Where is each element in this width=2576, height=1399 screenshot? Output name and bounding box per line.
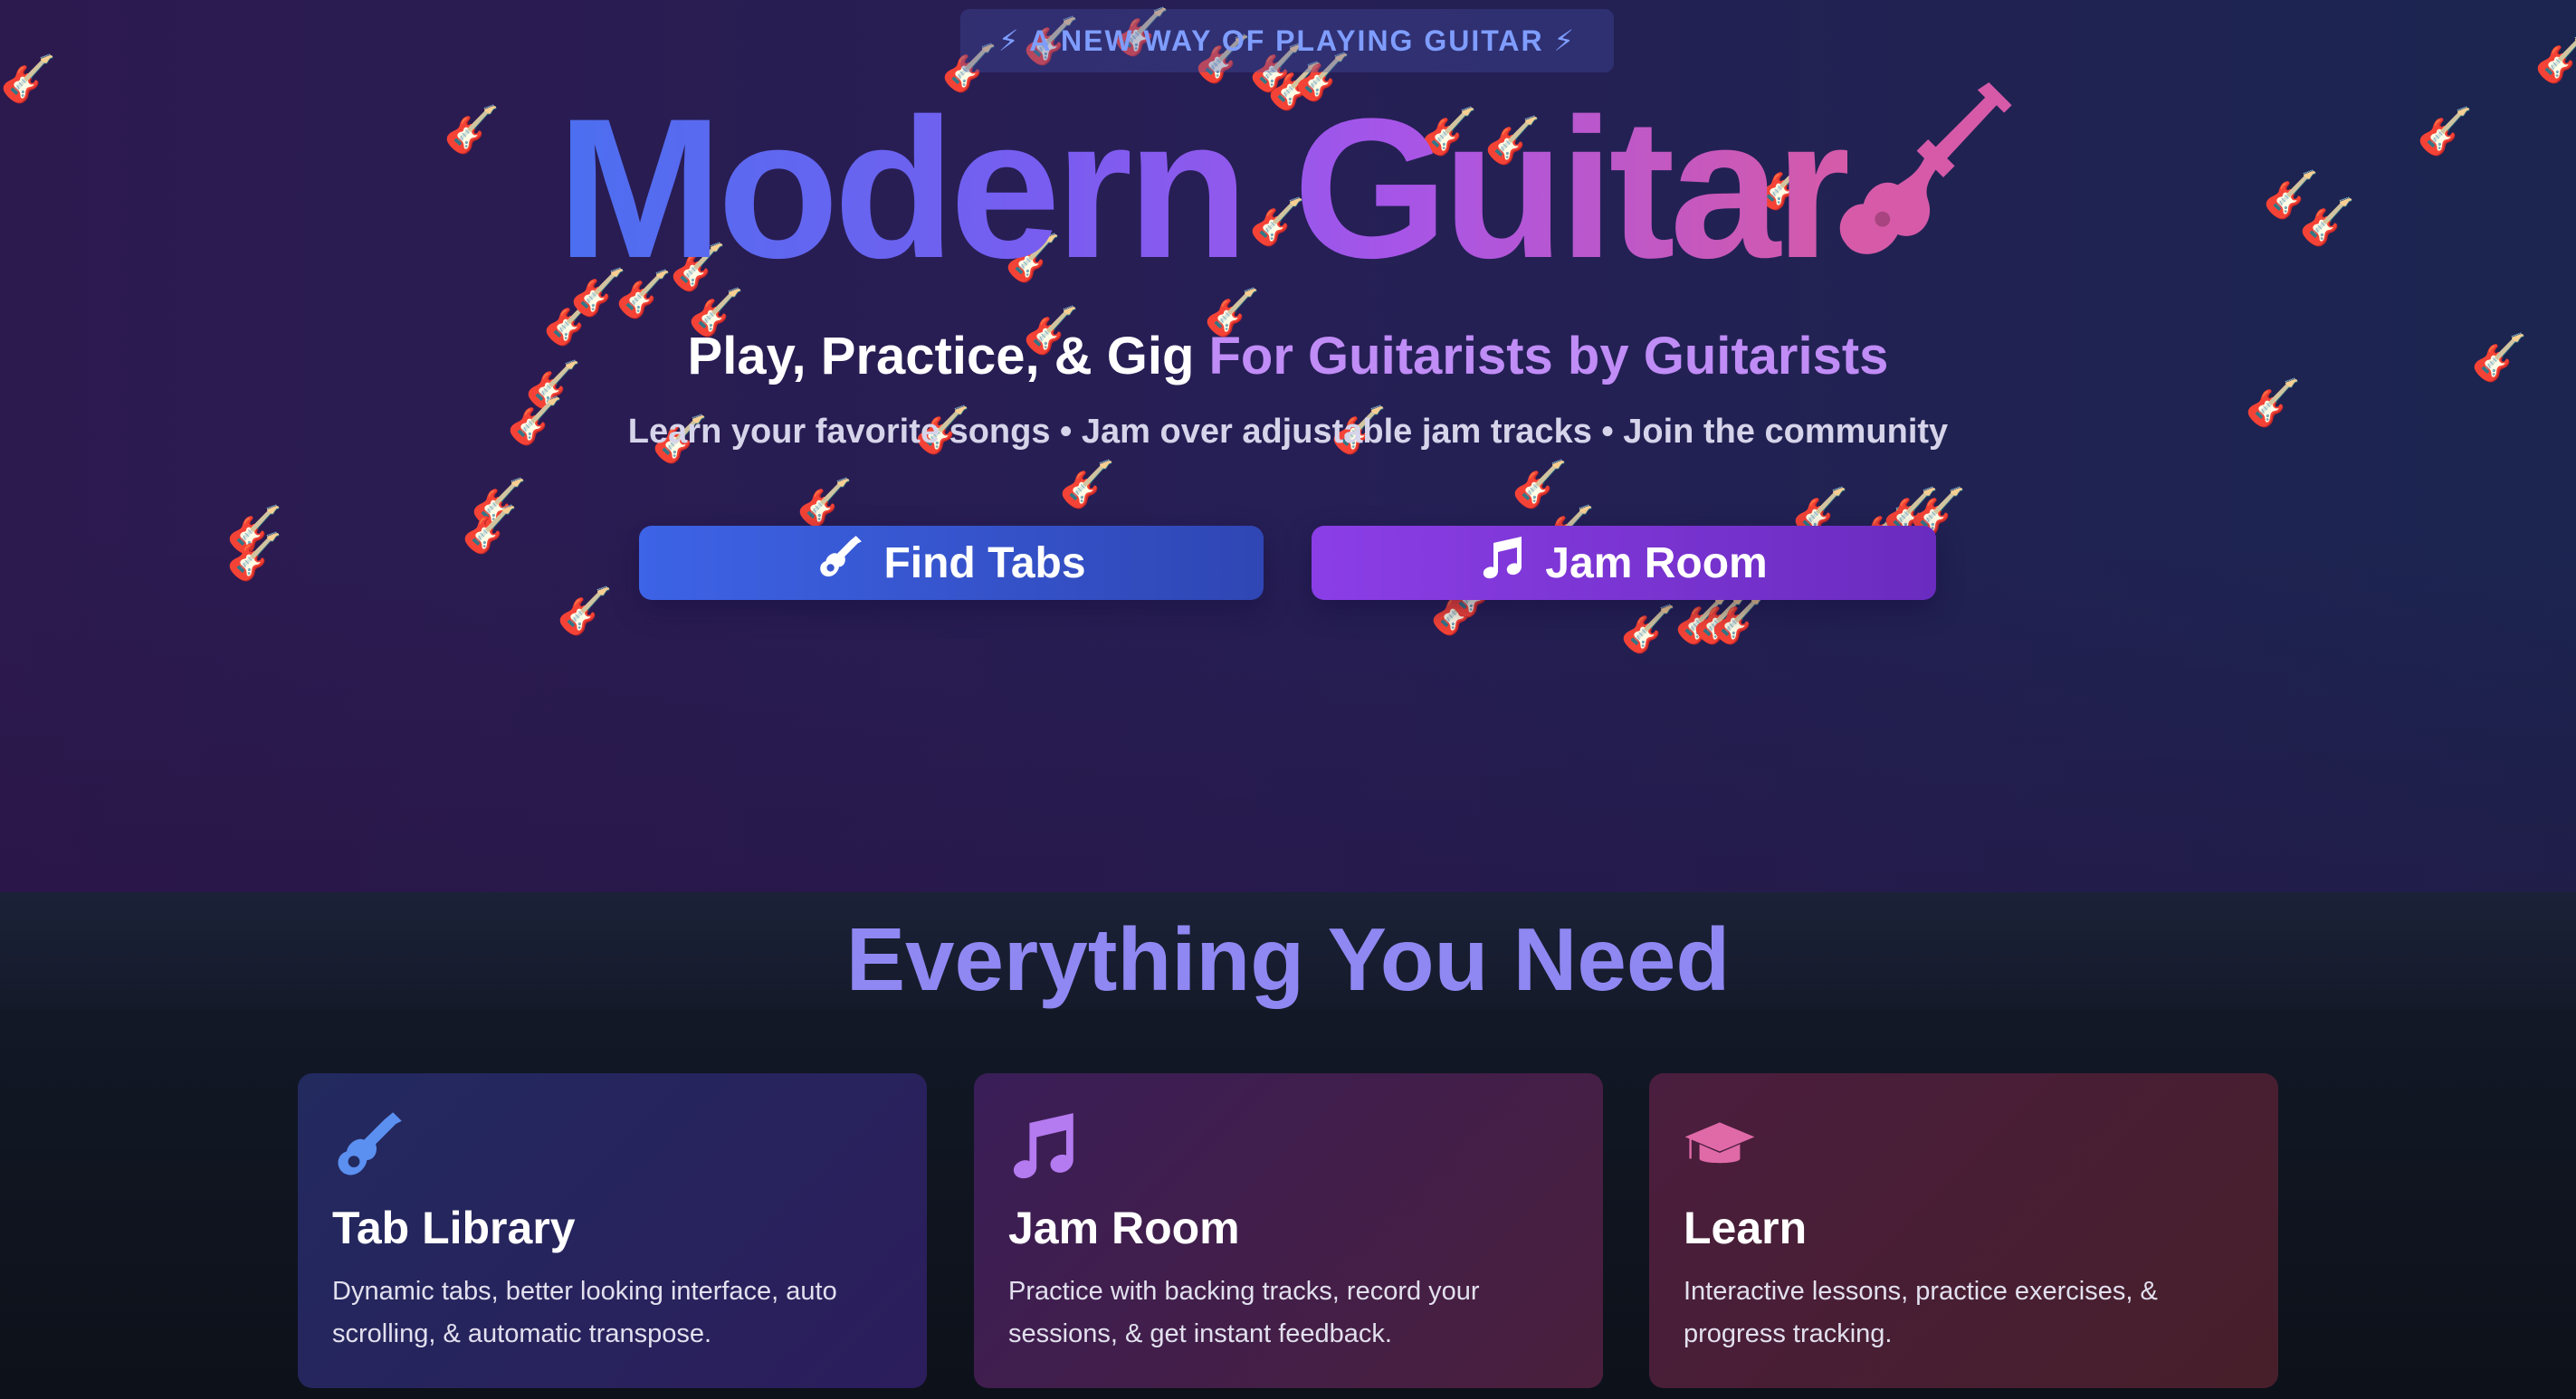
guitar-icon bbox=[332, 1109, 405, 1186]
guitar-emoji-decoration: 🎸 bbox=[226, 531, 283, 582]
guitar-icon bbox=[816, 534, 883, 592]
card-description: Dynamic tabs, better looking interface, … bbox=[332, 1277, 837, 1348]
card-title: Tab Library bbox=[332, 1203, 576, 1253]
guitar-emoji-decoration: 🎸 bbox=[1512, 459, 1569, 509]
hero-title: Modern Guitar bbox=[557, 77, 1852, 300]
guitar-emoji-decoration: 🎸 bbox=[1711, 595, 1768, 645]
guitar-emoji-decoration: 🎸 bbox=[557, 585, 614, 636]
hero-title-row: Modern Guitar bbox=[0, 77, 2576, 300]
hero-subtitle: Play, Practice, & Gig For Guitarists by … bbox=[0, 326, 2576, 386]
feature-card-learn[interactable]: Learn Interactive lessons, practice exer… bbox=[1649, 1073, 2278, 1388]
guitar-emoji-decoration: 🎸 bbox=[1059, 459, 1116, 509]
card-title: Learn bbox=[1684, 1203, 1808, 1253]
hero-tagline: Learn your favorite songs • Jam over adj… bbox=[627, 413, 1949, 451]
find-tabs-button[interactable]: Find Tabs bbox=[639, 526, 1264, 600]
hero-section: 🎸 🎸 🎸 🎸 🎸 🎸 🎸 🎸 🎸 🎸 🎸 🎸 🎸 🎸 🎸 🎸 🎸 🎸 🎸 🎸 🎸 🎸 🎸 🎸 🎸 🎸 🎸 🎸 🎸 🎸 🎸 🎸 🎸 🎸 🎸 🎸 🎸 🎸 🎸 🎸… bbox=[0, 0, 2576, 892]
card-title: Jam Room bbox=[1008, 1203, 1240, 1253]
guitar-emoji-decoration: 🎸 bbox=[1620, 604, 1677, 654]
subtitle-accent: For Guitarists by Guitarists bbox=[1208, 327, 1889, 385]
subtitle-main: Play, Practice, & Gig bbox=[687, 327, 1195, 385]
guitar-emoji-decoration: 🎸 bbox=[462, 504, 519, 555]
card-description: Practice with backing tracks, record you… bbox=[1008, 1277, 1480, 1348]
music-note-icon bbox=[1008, 1109, 1079, 1186]
jam-room-button[interactable]: Jam Room bbox=[1312, 526, 1936, 600]
find-tabs-label: Find Tabs bbox=[883, 538, 1086, 587]
guitar-emoji-decoration: 🎸 bbox=[2534, 33, 2576, 84]
card-description: Interactive lessons, practice exercises,… bbox=[1684, 1277, 2158, 1348]
hero-badge: ⚡ A NEW WAY OF PLAYING GUITAR ⚡ bbox=[960, 9, 1614, 72]
jam-room-label: Jam Room bbox=[1545, 538, 1768, 587]
guitar-emoji-decoration: 🎸 bbox=[797, 477, 854, 528]
graduation-cap-icon bbox=[1684, 1109, 1756, 1186]
feature-card-tab-library[interactable]: Tab Library Dynamic tabs, better looking… bbox=[298, 1073, 927, 1388]
music-note-icon bbox=[1480, 534, 1545, 592]
feature-card-jam-room[interactable]: Jam Room Practice with backing tracks, r… bbox=[974, 1073, 1603, 1388]
electric-guitar-icon bbox=[1829, 81, 2019, 277]
features-heading: Everything You Need bbox=[845, 909, 1731, 1009]
